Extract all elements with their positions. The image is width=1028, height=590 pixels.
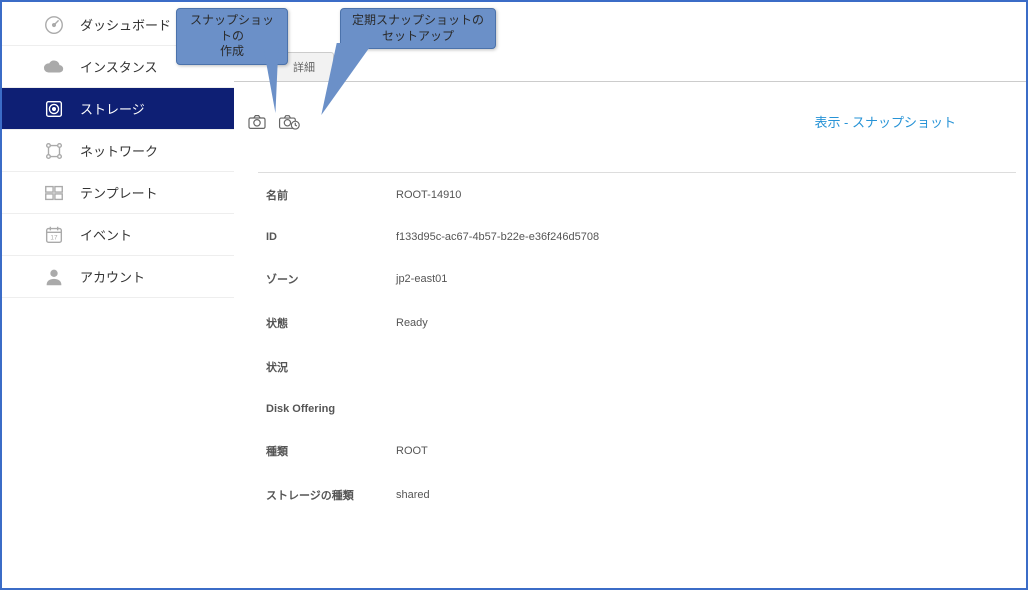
detail-row: ID f133d95c-ac67-4b57-b22e-e36f246d5708	[258, 217, 1016, 257]
user-icon	[42, 266, 66, 288]
gauge-icon	[42, 14, 66, 36]
detail-row: 名前 ROOT-14910	[258, 173, 1016, 217]
recurring-snapshot-button[interactable]	[278, 113, 300, 131]
sidebar: ダッシュボード インスタンス ストレージ ネットワーク テンプレート	[2, 2, 234, 588]
detail-value: f133d95c-ac67-4b57-b22e-e36f246d5708	[396, 231, 599, 243]
sidebar-item-storage[interactable]: ストレージ	[2, 88, 234, 130]
detail-value: ROOT	[396, 445, 428, 457]
detail-row: 状態 Ready	[258, 301, 1016, 345]
sidebar-item-accounts[interactable]: アカウント	[2, 256, 234, 298]
detail-key: ゾーン	[266, 271, 396, 287]
sidebar-item-templates[interactable]: テンプレート	[2, 172, 234, 214]
template-icon	[42, 182, 66, 204]
detail-key: 状態	[266, 315, 396, 331]
detail-key: Disk Offering	[266, 403, 396, 415]
callout-create-snapshot: スナップショットの 作成	[176, 8, 288, 65]
detail-panel: 名前 ROOT-14910 ID f133d95c-ac67-4b57-b22e…	[258, 172, 1016, 580]
detail-value: shared	[396, 489, 430, 501]
disk-icon	[42, 98, 66, 120]
detail-key: 状況	[266, 359, 396, 375]
detail-row: ゾーン jp2-east01	[258, 257, 1016, 301]
detail-value: Ready	[396, 317, 428, 329]
cloud-icon	[42, 56, 66, 78]
detail-value: ROOT-14910	[396, 189, 461, 201]
detail-value: jp2-east01	[396, 273, 447, 285]
detail-row: Disk Offering	[258, 389, 1016, 429]
detail-row: 状況	[258, 345, 1016, 389]
callout-text: 定期スナップショットの セットアップ	[352, 13, 484, 43]
detail-key: ストレージの種類	[266, 487, 396, 503]
sidebar-item-label: イベント	[80, 225, 132, 244]
take-snapshot-button[interactable]	[246, 113, 268, 131]
calendar-icon: 17	[42, 224, 66, 246]
sidebar-item-label: アカウント	[80, 267, 145, 286]
sidebar-item-network[interactable]: ネットワーク	[2, 130, 234, 172]
callout-text: スナップショットの 作成	[190, 13, 274, 58]
sidebar-item-label: ネットワーク	[80, 141, 158, 160]
view-snapshots-link[interactable]: 表示 - スナップショット	[814, 112, 956, 131]
sidebar-item-label: インスタンス	[80, 57, 157, 76]
detail-key: ID	[266, 231, 396, 243]
sidebar-item-label: ダッシュボード	[80, 15, 171, 34]
detail-key: 名前	[266, 187, 396, 203]
svg-text:17: 17	[50, 234, 58, 241]
detail-row: 種類 ROOT	[258, 429, 1016, 473]
sidebar-item-events[interactable]: 17 イベント	[2, 214, 234, 256]
sidebar-item-label: テンプレート	[80, 183, 158, 202]
detail-row: ストレージの種類 shared	[258, 473, 1016, 517]
network-icon	[42, 140, 66, 162]
callout-recurring-snapshot: 定期スナップショットの セットアップ	[340, 8, 496, 49]
sidebar-item-label: ストレージ	[80, 99, 145, 118]
detail-key: 種類	[266, 443, 396, 459]
